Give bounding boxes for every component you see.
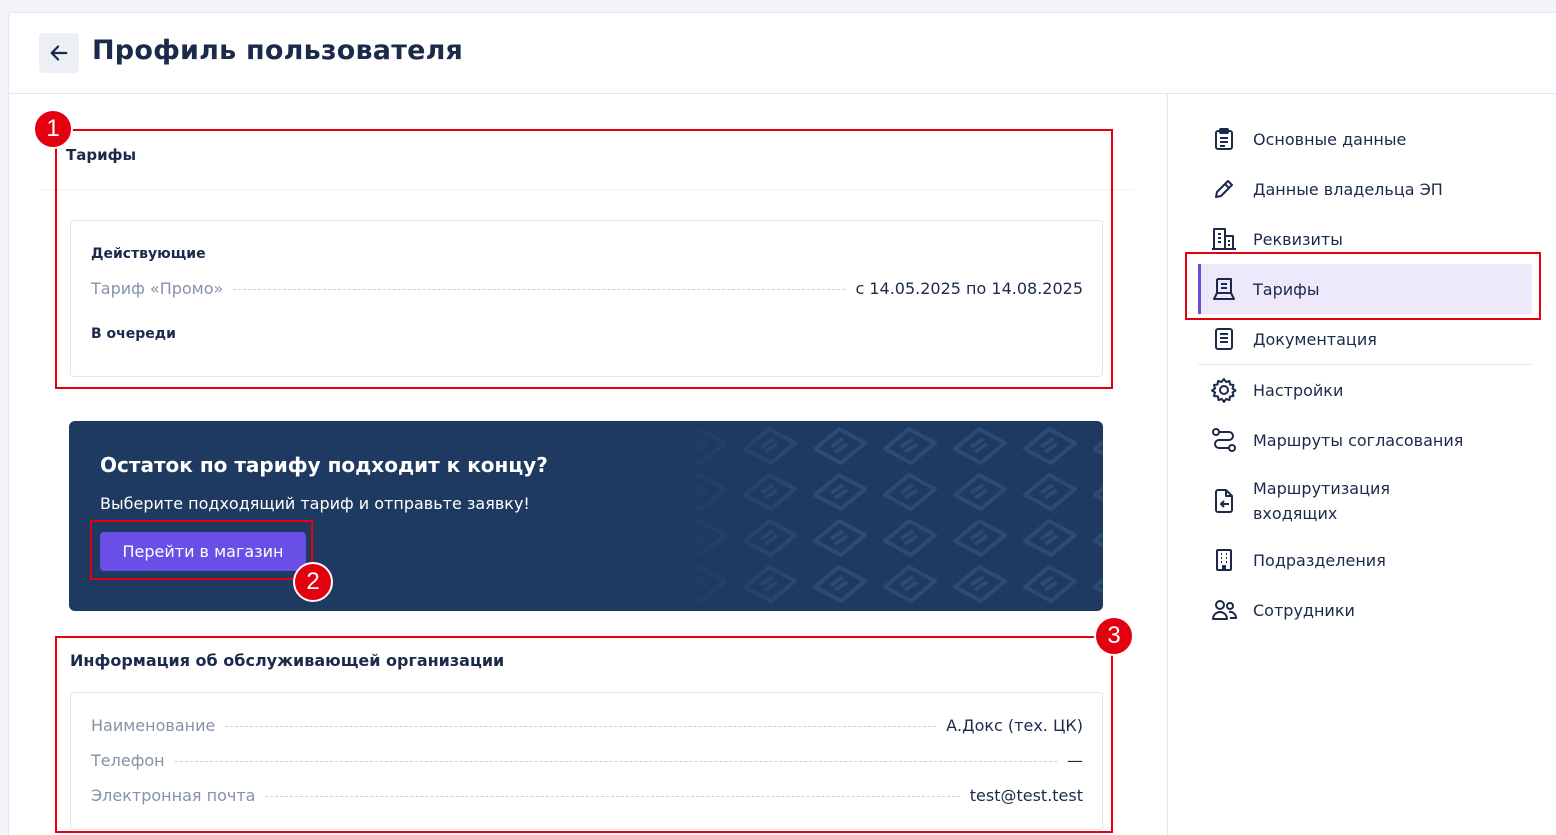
sidebar-item-label: Реквизиты <box>1253 229 1343 249</box>
users-icon <box>1211 597 1237 623</box>
section-divider <box>41 189 1133 190</box>
profile-page: Профиль пользователя Тарифы Действующие … <box>8 12 1556 835</box>
service-org-title: Информация об обслуживающей организации <box>70 651 505 670</box>
active-tariffs-label: Действующие <box>91 246 206 262</box>
sidebar-item-tariffs[interactable]: Тарифы <box>1198 264 1532 314</box>
profile-sidebar: Основные данные Данные владельца ЭП Рекв… <box>1167 94 1556 835</box>
sidebar-item-departments[interactable]: Подразделения <box>1198 545 1532 575</box>
banner-title: Остаток по тарифу подходит к концу? <box>100 453 548 477</box>
row-key: Наименование <box>91 716 216 735</box>
dotted-leader <box>265 796 960 797</box>
service-org-row: Наименование А.Докс (тех. ЦК) <box>91 716 1083 735</box>
tariff-name: Тариф «Промо» <box>91 279 224 298</box>
sidebar-item-label: Маршруты согласования <box>1253 430 1464 450</box>
sidebar-item-label: Документация <box>1253 329 1377 349</box>
sidebar-item-label: Основные данные <box>1253 129 1407 149</box>
document-icon <box>1211 326 1237 352</box>
building-icon <box>1211 226 1237 252</box>
incoming-route-icon <box>1211 488 1237 514</box>
sidebar-item-label-line1: Маршрутизация <box>1253 479 1390 498</box>
sidebar-item-settings[interactable]: Настройки <box>1198 375 1532 405</box>
sidebar-item-incoming-routing[interactable]: Маршрутизация входящих <box>1198 476 1532 526</box>
arrow-left-icon <box>50 45 68 61</box>
row-value: test@test.test <box>969 786 1083 805</box>
tariff-period: с 14.05.2025 по 14.08.2025 <box>855 279 1083 298</box>
go-to-shop-button[interactable]: Перейти в магазин <box>100 532 306 571</box>
sidebar-item-label: Тарифы <box>1253 279 1320 299</box>
back-button[interactable] <box>39 33 79 73</box>
sidebar-item-main-data[interactable]: Основные данные <box>1198 124 1532 154</box>
sidebar-item-label-line2: входящих <box>1253 504 1338 523</box>
sidebar-item-label-multiline: Маршрутизация входящих <box>1253 476 1390 526</box>
sidebar-item-label: Сотрудники <box>1253 600 1355 620</box>
tariff-banner: Остаток по тарифу подходит к концу? Выбе… <box>69 421 1103 611</box>
banner-pattern-decoration <box>669 421 1103 611</box>
annotation-marker-3: 3 <box>1094 616 1134 656</box>
clipboard-icon <box>1211 126 1237 152</box>
sidebar-item-signature-owner[interactable]: Данные владельца ЭП <box>1198 174 1532 204</box>
sidebar-item-approval-routes[interactable]: Маршруты согласования <box>1198 425 1532 455</box>
tariffs-card: Действующие Тариф «Промо» с 14.05.2025 п… <box>70 220 1103 377</box>
annotation-marker-2: 2 <box>293 562 333 602</box>
gear-icon <box>1211 377 1237 403</box>
row-value: А.Докс (тех. ЦК) <box>946 716 1083 735</box>
row-value: — <box>1067 751 1083 770</box>
sidebar-item-documentation[interactable]: Документация <box>1198 324 1532 354</box>
tariff-row: Тариф «Промо» с 14.05.2025 по 14.08.2025 <box>91 279 1083 298</box>
route-icon <box>1211 427 1237 453</box>
queued-tariffs-label: В очереди <box>91 326 176 342</box>
banner-subtitle: Выберите подходящий тариф и отправьте за… <box>100 494 530 513</box>
sidebar-item-label: Данные владельца ЭП <box>1253 179 1443 199</box>
sidebar-item-label: Настройки <box>1253 380 1344 400</box>
sidebar-item-label: Подразделения <box>1253 550 1386 570</box>
receipt-icon <box>1211 276 1237 302</box>
service-org-row: Электронная почта test@test.test <box>91 786 1083 805</box>
dotted-leader <box>233 289 846 290</box>
service-org-row: Телефон — <box>91 751 1083 770</box>
dotted-leader <box>225 726 937 727</box>
sidebar-item-requisites[interactable]: Реквизиты <box>1198 224 1532 254</box>
dotted-leader <box>174 761 1057 762</box>
page-title: Профиль пользователя <box>92 35 464 66</box>
office-icon <box>1211 547 1237 573</box>
annotation-marker-1: 1 <box>33 109 73 149</box>
sidebar-item-employees[interactable]: Сотрудники <box>1198 595 1532 625</box>
row-key: Телефон <box>91 751 165 770</box>
page-header: Профиль пользователя <box>9 13 1556 94</box>
service-org-card: Наименование А.Докс (тех. ЦК) Телефон — … <box>70 692 1103 830</box>
tariffs-section-title: Тарифы <box>66 146 137 164</box>
pencil-icon <box>1211 176 1237 202</box>
sidebar-divider <box>1198 364 1532 365</box>
row-key: Электронная почта <box>91 786 256 805</box>
